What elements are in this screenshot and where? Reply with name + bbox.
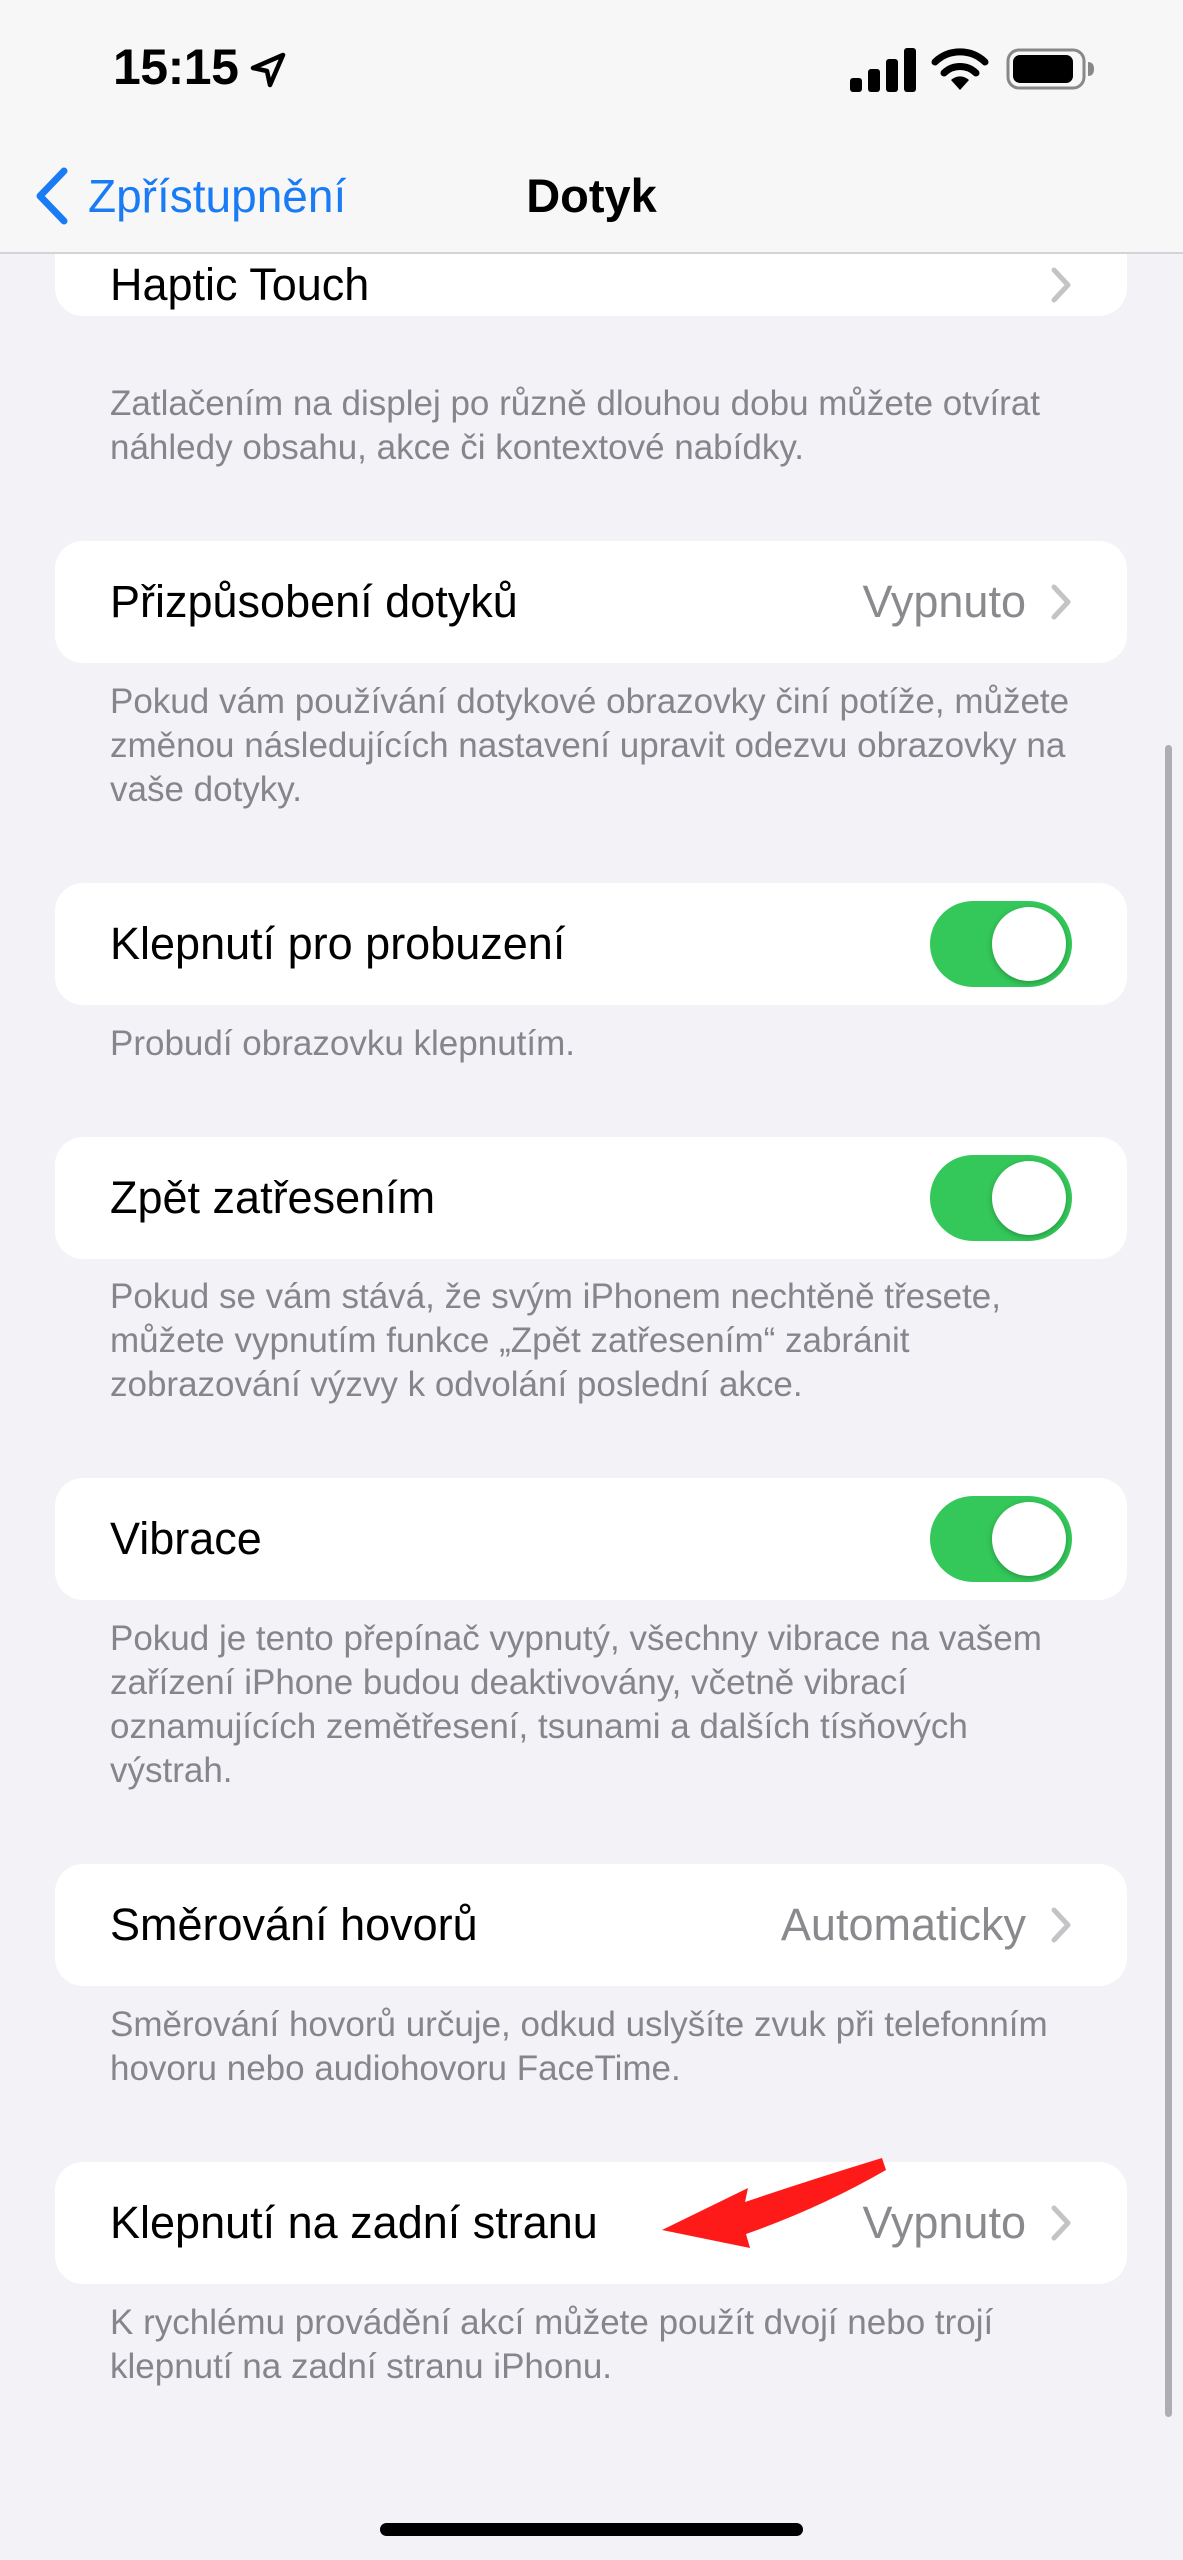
vibration-toggle[interactable] — [930, 1496, 1072, 1582]
wifi-icon — [931, 48, 989, 90]
shake-to-undo-toggle[interactable] — [930, 1155, 1072, 1241]
row-label: Zpět zatřesením — [110, 1172, 436, 1223]
row-value: Vypnuto — [862, 576, 1026, 627]
chevron-right-icon — [1051, 584, 1071, 620]
home-indicator[interactable] — [380, 2523, 803, 2536]
row-label: Klepnutí na zadní stranu — [110, 2197, 598, 2248]
back-tap-row[interactable]: Klepnutí na zadní stranu Vypnuto — [55, 2162, 1127, 2284]
chevron-right-icon — [1051, 1907, 1071, 1943]
row-label: Haptic Touch — [110, 259, 370, 310]
settings-list[interactable]: Haptic Touch Zatlačením na displej po rů… — [0, 254, 1183, 2560]
haptic-touch-footer: Zatlačením na displej po různě dlouhou d… — [110, 384, 1041, 467]
vibration-row: Vibrace — [55, 1478, 1127, 1600]
location-arrow-icon — [250, 52, 286, 88]
toggle-knob — [992, 1161, 1066, 1235]
page-title: Dotyk — [526, 169, 657, 222]
chevron-right-icon — [1051, 2205, 1071, 2241]
tap-to-wake-toggle[interactable] — [930, 901, 1072, 987]
toggle-knob — [992, 1502, 1066, 1576]
back-tap-footer: K rychlému provádění akcí můžete použít … — [110, 2303, 994, 2386]
row-label: Klepnutí pro probuzení — [110, 918, 566, 969]
call-audio-routing-footer: Směrování hovorů určuje, odkud uslyšíte … — [110, 2005, 1048, 2088]
vibration-footer: Pokud je tento přepínač vypnutý, všechny… — [110, 1619, 1042, 1790]
haptic-touch-row[interactable]: Haptic Touch — [55, 254, 1127, 316]
chevron-right-icon — [1051, 267, 1071, 303]
row-value: Vypnuto — [862, 2197, 1026, 2248]
tap-to-wake-row: Klepnutí pro probuzení — [55, 883, 1127, 1005]
toggle-knob — [992, 907, 1066, 981]
shake-to-undo-row: Zpět zatřesením — [55, 1137, 1127, 1259]
row-label: Přizpůsobení dotyků — [110, 576, 518, 627]
row-label: Vibrace — [110, 1513, 262, 1564]
row-label: Směrování hovorů — [110, 1899, 478, 1950]
tap-to-wake-footer: Probudí obrazovku klepnutím. — [110, 1024, 575, 1063]
status-bar: 15:15 — [0, 0, 1183, 140]
battery-icon — [1006, 48, 1094, 90]
navigation-bar: Zpřístupnění Dotyk — [0, 140, 1183, 254]
shake-to-undo-footer: Pokud se vám stává, že svým iPhonem nech… — [110, 1277, 1001, 1404]
touch-accommodations-row[interactable]: Přizpůsobení dotyků Vypnuto — [55, 541, 1127, 663]
row-value: Automaticky — [780, 1899, 1026, 1950]
cellular-signal-icon — [850, 48, 916, 92]
call-audio-routing-row[interactable]: Směrování hovorů Automaticky — [55, 1864, 1127, 1986]
touch-accommodations-footer: Pokud vám používání dotykové obrazovky č… — [110, 682, 1070, 809]
scroll-indicator[interactable] — [1165, 745, 1172, 2417]
status-time: 15:15 — [113, 39, 239, 95]
